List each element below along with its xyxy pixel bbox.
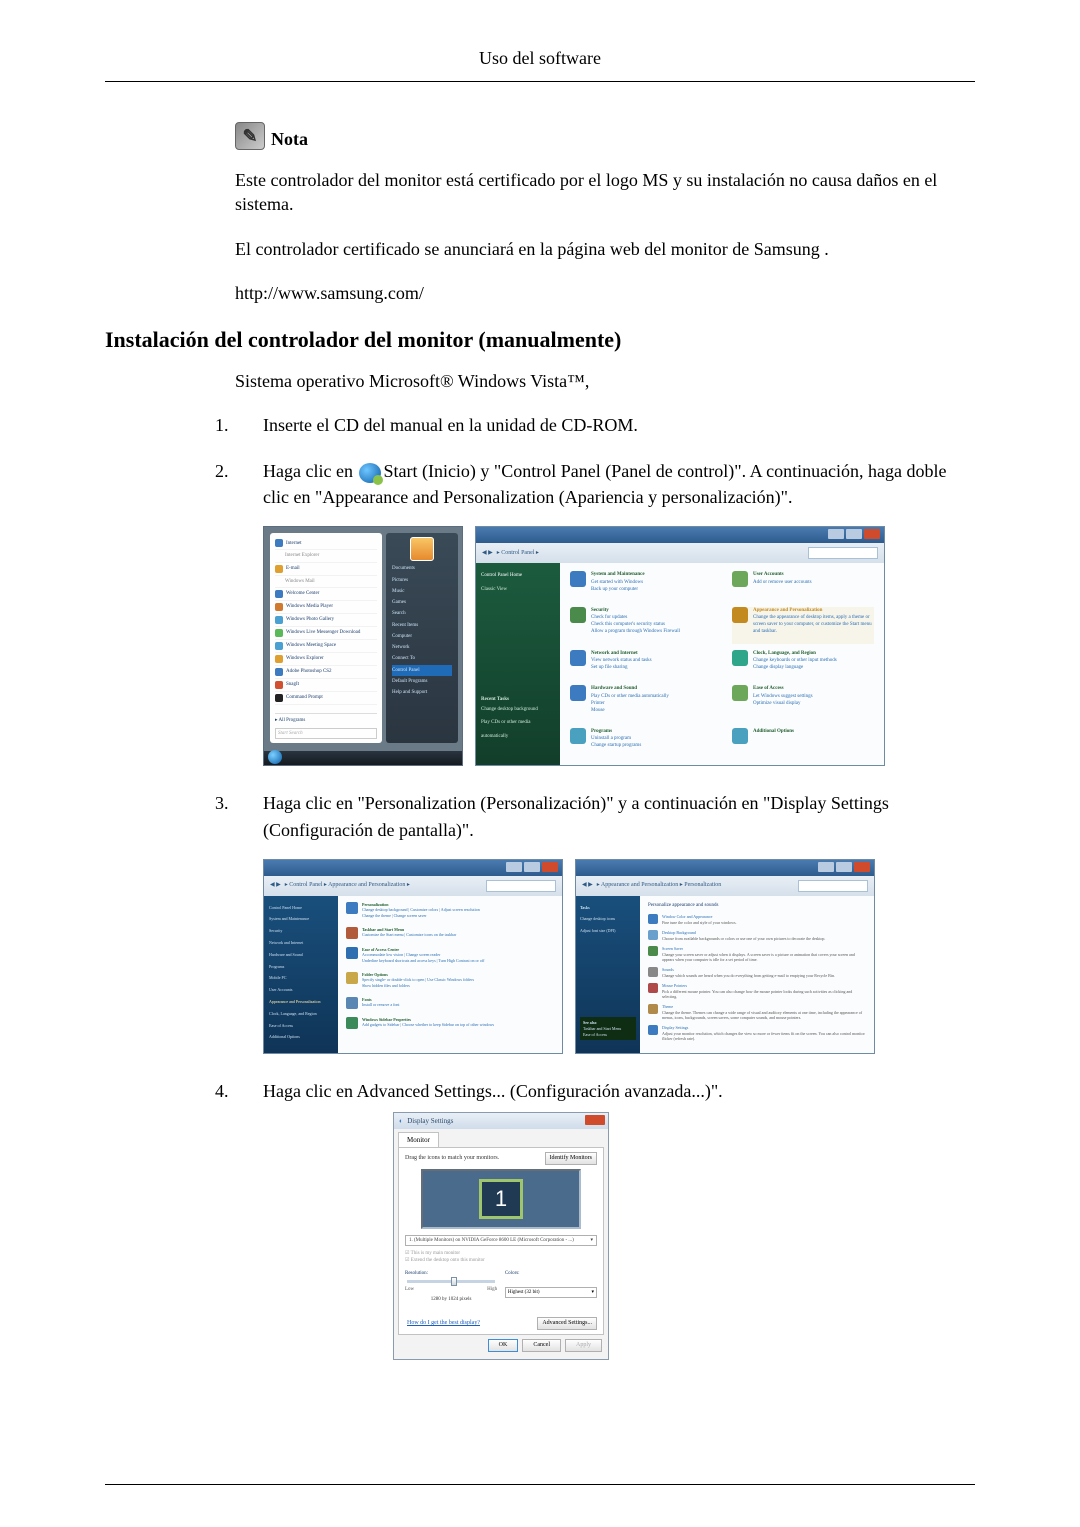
nota-para-1: Este controlador del monitor está certif… <box>235 168 975 217</box>
monitor-1: 1 <box>479 1179 523 1219</box>
window-titlebar: ◐ Display Settings <box>394 1113 608 1129</box>
step-1: Inserte el CD del manual en la unidad de… <box>215 412 975 438</box>
nota-label: Nota <box>271 129 308 150</box>
step-3: Haga clic en "Personalization (Personali… <box>215 790 975 1053</box>
advanced-settings-button: Advanced Settings... <box>537 1317 597 1330</box>
page-header: Uso del software <box>105 48 975 69</box>
colors-combo: Colors: Highest (32 bit)▾ <box>505 1270 597 1304</box>
minimize-icon <box>506 862 522 872</box>
note-icon: ✎ <box>235 122 265 150</box>
header-rule <box>105 81 975 82</box>
screenshot-row-2: ◀ ▶ ▸ Control Panel ▸ Appearance and Per… <box>263 859 975 1054</box>
monitor-dropdown: 1. (Multiple Monitors) on NVIDIA GeForce… <box>405 1235 597 1246</box>
maximize-icon <box>836 862 852 872</box>
pz-main: Personalize appearance and sounds Window… <box>640 896 874 1053</box>
monitor-preview: 1 <box>421 1169 581 1229</box>
screenshot-display-settings: ◐ Display Settings Monitor Drag the icon… <box>393 1112 609 1360</box>
search-input <box>486 880 556 892</box>
cancel-button: Cancel <box>522 1339 561 1352</box>
screenshot-start-menu: Internet Internet Explorer E-mail Window… <box>263 526 463 766</box>
breadcrumb: ◀ ▶ ▸ Control Panel ▸ <box>476 543 884 563</box>
breadcrumb: ◀ ▶ ▸ Control Panel ▸ Appearance and Per… <box>264 876 562 896</box>
identify-monitors-button: Identify Monitors <box>545 1152 598 1165</box>
help-link: How do I get the best display? <box>407 1319 480 1328</box>
search-input <box>798 880 868 892</box>
start-orb-icon <box>359 463 381 483</box>
nota-url: http://www.samsung.com/ <box>235 281 975 305</box>
ap-main: PersonalizationChange desktop background… <box>338 896 562 1053</box>
window-titlebar <box>476 527 884 543</box>
search-input <box>808 547 878 559</box>
nota-block: ✎ Nota Este controlador del monitor está… <box>235 122 975 305</box>
taskbar <box>264 751 462 765</box>
close-icon <box>854 862 870 872</box>
user-avatar-icon <box>410 537 434 561</box>
screenshot-row-1: Internet Internet Explorer E-mail Window… <box>263 526 975 766</box>
cp-sidebar: Control Panel Home Classic View Recent T… <box>476 563 560 765</box>
os-line: Sistema operativo Microsoft® Windows Vis… <box>235 371 975 392</box>
maximize-icon <box>846 529 862 539</box>
step-2-text-a: Haga clic en <box>263 461 357 481</box>
window-titlebar <box>576 860 874 876</box>
ds-panel: Drag the icons to match your monitors. I… <box>398 1147 604 1335</box>
pz-sidebar: Tasks Change desktop icons Adjust font s… <box>576 896 640 1053</box>
resolution-slider: Resolution: LowHigh 1280 by 1024 pixels <box>405 1270 497 1304</box>
install-steps: Inserte el CD del manual en la unidad de… <box>215 412 975 1360</box>
minimize-icon <box>818 862 834 872</box>
nota-para-2: El controlador certificado se anunciará … <box>235 237 975 261</box>
apply-button: Apply <box>565 1339 602 1352</box>
minimize-icon <box>828 529 844 539</box>
tab-monitor: Monitor <box>398 1132 439 1147</box>
section-heading: Instalación del controlador del monitor … <box>105 327 975 353</box>
ap-sidebar: Control Panel HomeSystem and Maintenance… <box>264 896 338 1053</box>
close-icon <box>585 1115 605 1125</box>
nota-heading: ✎ Nota <box>235 122 975 150</box>
screenshot-personalization: ◀ ▶ ▸ Appearance and Personalization ▸ P… <box>575 859 875 1054</box>
step-4: Haga clic en Advanced Settings... (Confi… <box>215 1078 975 1360</box>
step-2: Haga clic en Start (Inicio) y "Control P… <box>215 458 975 766</box>
close-icon <box>542 862 558 872</box>
start-menu-left: Internet Internet Explorer E-mail Window… <box>270 533 382 743</box>
breadcrumb: ◀ ▶ ▸ Appearance and Personalization ▸ P… <box>576 876 874 896</box>
screenshot-appearance: ◀ ▶ ▸ Control Panel ▸ Appearance and Per… <box>263 859 563 1054</box>
ok-button: OK <box>488 1339 519 1352</box>
maximize-icon <box>524 862 540 872</box>
ds-checkboxes: ☑ This is my main monitor ☑ Extend the d… <box>405 1250 597 1265</box>
footer-rule <box>105 1484 975 1485</box>
start-menu-right: Documents Pictures Music Games Search Re… <box>386 533 458 743</box>
screenshot-control-panel: ◀ ▶ ▸ Control Panel ▸ Control Panel Home… <box>475 526 885 766</box>
cp-main: System and MaintenanceGet started with W… <box>560 563 884 765</box>
window-titlebar <box>264 860 562 876</box>
close-icon <box>864 529 880 539</box>
dialog-footer: OK Cancel Apply <box>394 1335 608 1352</box>
